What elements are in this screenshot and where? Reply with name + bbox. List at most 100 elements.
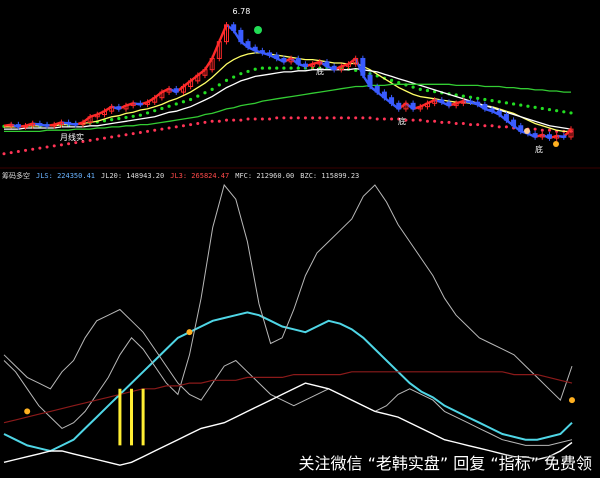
candle-body xyxy=(561,135,567,138)
indicator-marker-gold xyxy=(186,329,193,336)
red-dot xyxy=(411,118,415,122)
signal-marker-gold xyxy=(553,141,559,147)
cyan-line xyxy=(3,311,573,453)
red-dot xyxy=(246,117,250,121)
red-dot xyxy=(45,145,49,149)
green-dot xyxy=(562,110,566,114)
bottom-label-b: 底 xyxy=(398,116,406,126)
red-dot xyxy=(447,120,451,124)
green-dot xyxy=(138,113,142,117)
darkred-line xyxy=(3,371,573,424)
green-dot xyxy=(167,104,171,108)
price-high-label: 6.78 xyxy=(232,7,250,16)
red-dot xyxy=(476,123,480,127)
red-dot xyxy=(303,116,307,120)
red-dot xyxy=(174,125,178,129)
green-dot xyxy=(267,66,272,70)
green-dot xyxy=(160,106,164,111)
candle-body xyxy=(496,110,502,116)
red-dot xyxy=(124,133,128,137)
red-dot xyxy=(167,126,171,130)
red-dot xyxy=(16,150,20,154)
candle-body xyxy=(44,124,50,127)
red-dot xyxy=(52,144,56,148)
red-dot xyxy=(275,116,279,120)
red-dot xyxy=(418,118,422,122)
red-dot xyxy=(138,130,142,134)
price-segment xyxy=(153,91,163,99)
green-dot xyxy=(282,66,286,70)
price-segment xyxy=(203,57,214,71)
candle-body xyxy=(15,124,21,128)
price-segment xyxy=(218,24,228,43)
red-dot xyxy=(146,129,150,133)
red-dot xyxy=(196,122,200,126)
red-dot xyxy=(469,123,473,127)
red-dot xyxy=(361,116,365,120)
red-dot xyxy=(354,116,358,120)
red-dot xyxy=(67,142,71,146)
candle-body xyxy=(252,46,258,52)
candle-body xyxy=(518,125,524,132)
legend-jl3: JL3: 265824.47 xyxy=(170,172,230,180)
candle-body xyxy=(137,102,143,106)
ma-yellow-line xyxy=(4,52,571,133)
green-dot xyxy=(196,94,200,98)
indicator-legend: 筹码多空 JLS: 224350.41 JL20: 148943.20 JL3:… xyxy=(2,170,359,182)
candle-body xyxy=(367,74,373,87)
candle-body xyxy=(331,65,337,71)
legend-jls: JLS: 224350.41 xyxy=(36,172,96,180)
candle-body xyxy=(410,102,416,110)
green-dot xyxy=(153,109,157,113)
red-dot xyxy=(31,147,35,151)
price-segment xyxy=(211,41,221,59)
candle-body xyxy=(389,97,395,104)
green-dot xyxy=(540,106,544,111)
red-dot xyxy=(490,124,494,128)
signal-marker-green xyxy=(254,26,262,34)
green-dot xyxy=(253,67,257,71)
stock-chart-canvas: 6.78月线实底底底 xyxy=(0,7,600,466)
price-segment xyxy=(146,96,156,104)
candle-body xyxy=(468,100,474,104)
green-dot xyxy=(117,116,121,121)
candle-body xyxy=(475,101,481,105)
green-dot xyxy=(289,66,293,70)
candle-body xyxy=(245,41,251,48)
green-dot xyxy=(547,107,552,112)
indicator-marker-gold xyxy=(24,408,31,415)
red-dot xyxy=(533,127,537,131)
red-dot xyxy=(368,116,372,120)
watermark-text: 关注微信 “老韩实盘” 回复 “指标” 免费领 xyxy=(298,454,592,473)
green-dot xyxy=(533,105,537,109)
candle-body xyxy=(546,134,552,139)
legend-bzc: BZC: 115899.23 xyxy=(300,172,360,180)
green-dot xyxy=(110,118,114,122)
green-dot xyxy=(519,103,523,107)
green-dot xyxy=(526,104,530,108)
green-dot xyxy=(239,72,243,76)
green-dot xyxy=(224,78,229,83)
green-dot xyxy=(425,88,430,93)
red-dot xyxy=(268,117,272,121)
green-dot xyxy=(483,97,487,102)
price-segment xyxy=(419,102,428,108)
red-dot xyxy=(382,117,386,121)
candle-body xyxy=(489,108,495,112)
red-dot xyxy=(540,128,544,132)
red-dot xyxy=(131,132,135,136)
price-segment xyxy=(96,110,105,116)
red-dot xyxy=(260,117,264,121)
green-dot xyxy=(389,78,394,83)
candle-body xyxy=(73,123,79,126)
red-dot xyxy=(347,116,351,120)
red-dot xyxy=(332,116,336,120)
green-dot xyxy=(490,98,494,103)
price-segment xyxy=(426,98,436,105)
price-segment xyxy=(182,79,192,88)
candle-body xyxy=(173,88,179,93)
red-dot xyxy=(59,143,63,147)
green-dot xyxy=(246,69,250,74)
legend-jl20: JL20: 148943.20 xyxy=(101,172,165,180)
month-label: 月线实 xyxy=(60,132,84,142)
